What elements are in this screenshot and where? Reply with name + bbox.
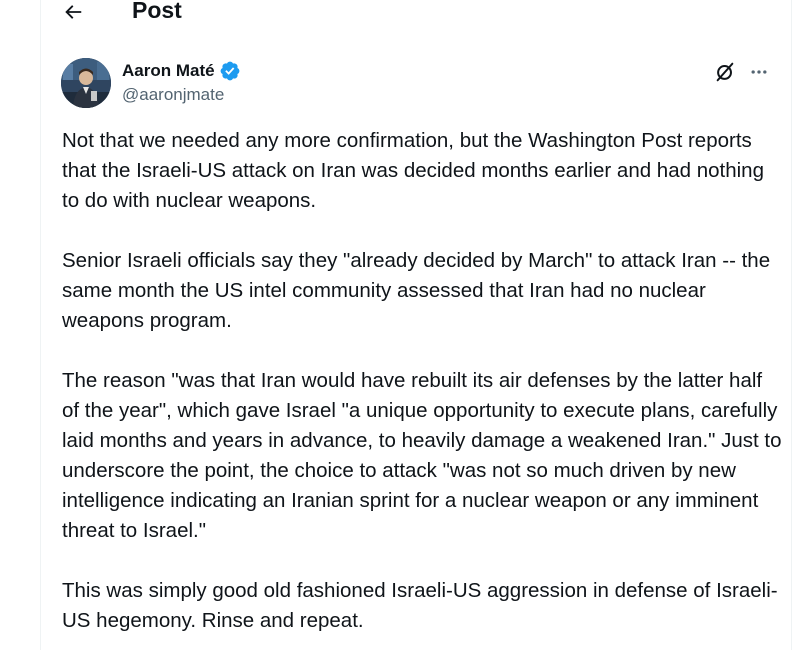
back-button[interactable] [55, 0, 91, 30]
verified-badge-icon [220, 61, 239, 81]
tweet-paragraph: Senior Israeli officials say they "alrea… [62, 249, 771, 332]
author-handle[interactable]: @aaronjmate [122, 84, 224, 106]
more-horizontal-icon [751, 70, 767, 74]
arrow-left-icon [65, 5, 82, 19]
tweet-paragraph: This was simply good old fashioned Israe… [62, 579, 778, 632]
author-name[interactable]: Aaron Maté [122, 60, 241, 82]
avatar[interactable] [61, 58, 111, 108]
avatar-image [61, 58, 111, 108]
author-name-text: Aaron Maté [122, 61, 215, 80]
page-title: Post [132, 0, 182, 23]
more-button[interactable] [745, 58, 773, 86]
tweet-paragraph: The reason "was that Iran would have reb… [62, 369, 782, 542]
tweet-text: Not that we needed any more confirmation… [62, 126, 782, 666]
grok-button[interactable] [711, 58, 739, 86]
post-header: Post [41, 0, 791, 30]
grok-icon [716, 62, 734, 82]
post-column: Post Aaron Maté @aaronjmate Not that we … [40, 0, 792, 650]
tweet-paragraph: Not that we needed any more confirmation… [62, 129, 764, 212]
